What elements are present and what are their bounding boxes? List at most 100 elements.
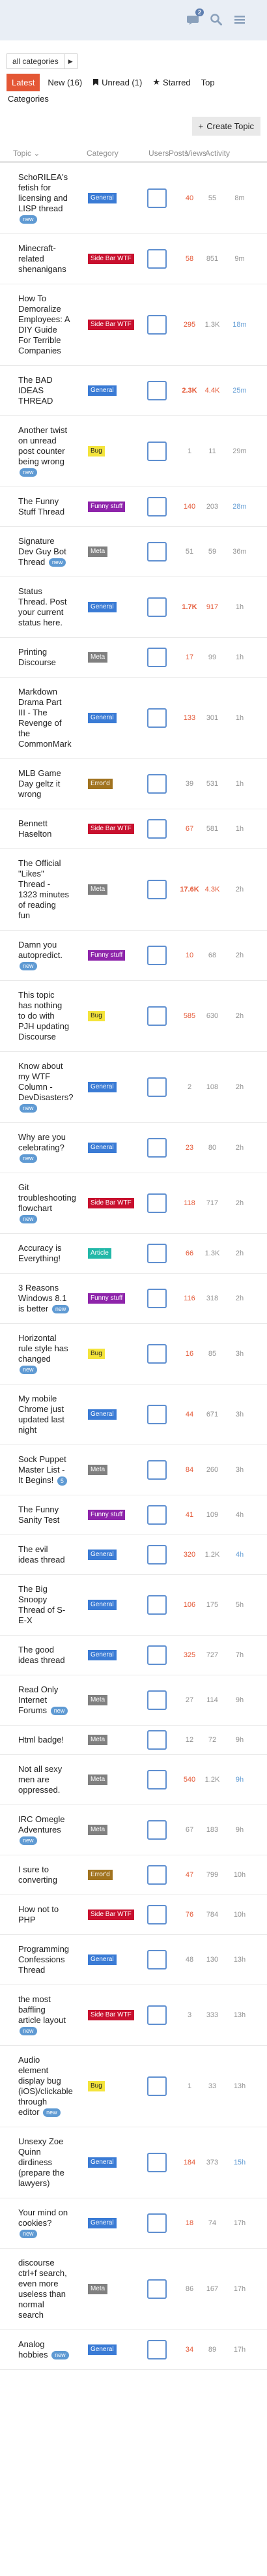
topic-title-link[interactable]: Status Thread. Post your current status … <box>18 586 66 627</box>
activity-time[interactable]: 28m <box>224 487 255 526</box>
category-badge[interactable]: General <box>88 1082 117 1092</box>
activity-time[interactable]: 13h <box>224 1985 255 2045</box>
category-badge[interactable]: General <box>88 1143 117 1153</box>
activity-time[interactable]: 3h <box>224 1385 255 1445</box>
topic-title-link[interactable]: The evil ideas thread <box>18 1544 65 1565</box>
posts-count[interactable]: 51 <box>178 527 201 577</box>
topic-title-link[interactable]: Audio element display bug (iOS)/clickabl… <box>18 2055 73 2117</box>
category-badge[interactable]: Funny stuff <box>88 502 126 512</box>
nav-starred[interactable]: ★ Starred <box>147 73 195 91</box>
topic-title-link[interactable]: How not to PHP <box>18 1904 59 1925</box>
new-topic-badge[interactable]: new <box>20 1104 37 1113</box>
activity-time[interactable]: 2h <box>224 981 255 1051</box>
activity-time[interactable]: 2h <box>224 1173 255 1233</box>
category-badge[interactable]: Side Bar WTF <box>88 320 134 330</box>
category-badge[interactable]: Meta <box>88 1775 108 1785</box>
avatar[interactable] <box>147 1950 167 1969</box>
topic-title-link[interactable]: IRC Omegle Adventures <box>18 1814 65 1835</box>
avatar[interactable] <box>147 880 167 899</box>
avatar[interactable] <box>147 1820 167 1840</box>
avatar[interactable] <box>147 1545 167 1565</box>
activity-time[interactable]: 3h <box>224 1324 255 1384</box>
activity-time[interactable]: 5h <box>224 1575 255 1635</box>
topic-title-link[interactable]: The Funny Stuff Thread <box>18 496 64 517</box>
category-badge[interactable]: Bug <box>88 2081 105 2091</box>
avatar[interactable] <box>147 2153 167 2172</box>
new-topic-badge[interactable]: new <box>20 2230 37 2239</box>
posts-count[interactable]: 84 <box>178 1445 201 1495</box>
avatar[interactable] <box>147 1138 167 1158</box>
new-topic-badge[interactable]: new <box>48 558 66 567</box>
posts-count[interactable]: 76 <box>178 1895 201 1934</box>
activity-time[interactable]: 7h <box>224 1636 255 1675</box>
avatar[interactable] <box>147 1505 167 1525</box>
activity-time[interactable]: 9h <box>224 1675 255 1725</box>
category-badge[interactable]: Side Bar WTF <box>88 254 134 264</box>
activity-time[interactable]: 1h <box>224 577 255 637</box>
topic-title-link[interactable]: The Funny Sanity Test <box>18 1505 59 1525</box>
activity-time[interactable]: 1h <box>224 638 255 677</box>
topic-title-link[interactable]: Printing Discourse <box>18 647 56 667</box>
activity-time[interactable]: 36m <box>224 527 255 577</box>
activity-time[interactable]: 10h <box>224 1895 255 1934</box>
posts-count[interactable]: 16 <box>178 1324 201 1384</box>
topic-title-link[interactable]: MLB Game Day geltz it wrong <box>18 768 61 799</box>
new-topic-badge[interactable]: new <box>20 215 37 224</box>
avatar[interactable] <box>147 1244 167 1263</box>
new-topic-badge[interactable]: new <box>20 1836 37 1846</box>
activity-time[interactable]: 4h <box>224 1495 255 1535</box>
posts-count[interactable]: 320 <box>178 1535 201 1574</box>
category-badge[interactable]: General <box>88 193 117 203</box>
category-badge[interactable]: Funny stuff <box>88 1293 126 1304</box>
posts-count[interactable]: 2 <box>178 1052 201 1122</box>
category-badge[interactable]: General <box>88 1409 117 1420</box>
avatar[interactable] <box>147 819 167 839</box>
category-badge[interactable]: General <box>88 1954 117 1965</box>
avatar[interactable] <box>147 1077 167 1097</box>
category-badge[interactable]: General <box>88 2344 117 2355</box>
topic-title-link[interactable]: the most baffling article layout <box>18 1994 66 2025</box>
posts-count[interactable]: 18 <box>178 2198 201 2248</box>
category-badge[interactable]: Side Bar WTF <box>88 824 134 834</box>
avatar[interactable] <box>147 708 167 728</box>
activity-time[interactable]: 13h <box>224 2046 255 2127</box>
avatar[interactable] <box>147 1690 167 1710</box>
avatar[interactable] <box>147 1730 167 1750</box>
topic-title-link[interactable]: Accuracy is Everything! <box>18 1243 61 1263</box>
topic-title-link[interactable]: discourse ctrl+f search, even more usele… <box>18 2258 67 2320</box>
activity-time[interactable]: 3h <box>224 1445 255 1495</box>
posts-count[interactable]: 67 <box>178 1805 201 1855</box>
avatar[interactable] <box>147 946 167 965</box>
topic-title-link[interactable]: Unsexy Zoe Quinn dirdiness (prepare the … <box>18 2136 64 2188</box>
avatar[interactable] <box>147 1405 167 1424</box>
topic-title-link[interactable]: Programming Confessions Thread <box>18 1944 69 1975</box>
avatar[interactable] <box>147 1595 167 1615</box>
category-badge[interactable]: Bug <box>88 1011 105 1021</box>
category-badge[interactable]: Meta <box>88 652 108 663</box>
category-badge[interactable]: General <box>88 2157 117 2168</box>
activity-time[interactable]: 17h <box>224 2198 255 2248</box>
header-topic[interactable]: Topic ⌄ <box>0 149 70 158</box>
category-badge[interactable]: Meta <box>88 547 108 557</box>
avatar[interactable] <box>147 188 167 208</box>
category-badge[interactable]: Bug <box>88 446 105 457</box>
category-badge[interactable]: Meta <box>88 2284 108 2294</box>
posts-count[interactable]: 184 <box>178 2127 201 2198</box>
avatar[interactable] <box>147 1289 167 1308</box>
category-badge[interactable]: General <box>88 1600 117 1610</box>
new-topic-badge[interactable]: new <box>51 2351 69 2360</box>
topic-title-link[interactable]: Git troubleshooting flowchart <box>18 1182 76 1213</box>
posts-count[interactable]: 66 <box>178 1234 201 1273</box>
category-badge[interactable]: Side Bar WTF <box>88 1198 134 1208</box>
header-views[interactable]: Views <box>186 149 206 158</box>
activity-time[interactable]: 9m <box>224 234 255 284</box>
avatar[interactable] <box>147 1905 167 1925</box>
avatar[interactable] <box>147 381 167 400</box>
category-dropdown[interactable]: all categories ▶ <box>7 53 77 69</box>
topic-title-link[interactable]: Why are you celebrating? <box>18 1132 66 1152</box>
topic-title-link[interactable]: How To Demoralize Employees: A DIY Guide… <box>18 293 70 355</box>
topic-title-link[interactable]: Another twist on unread post counter bei… <box>18 425 67 466</box>
topic-title-link[interactable]: Analog hobbies <box>18 2339 48 2359</box>
posts-count[interactable]: 48 <box>178 1935 201 1984</box>
activity-time[interactable]: 2h <box>224 931 255 980</box>
